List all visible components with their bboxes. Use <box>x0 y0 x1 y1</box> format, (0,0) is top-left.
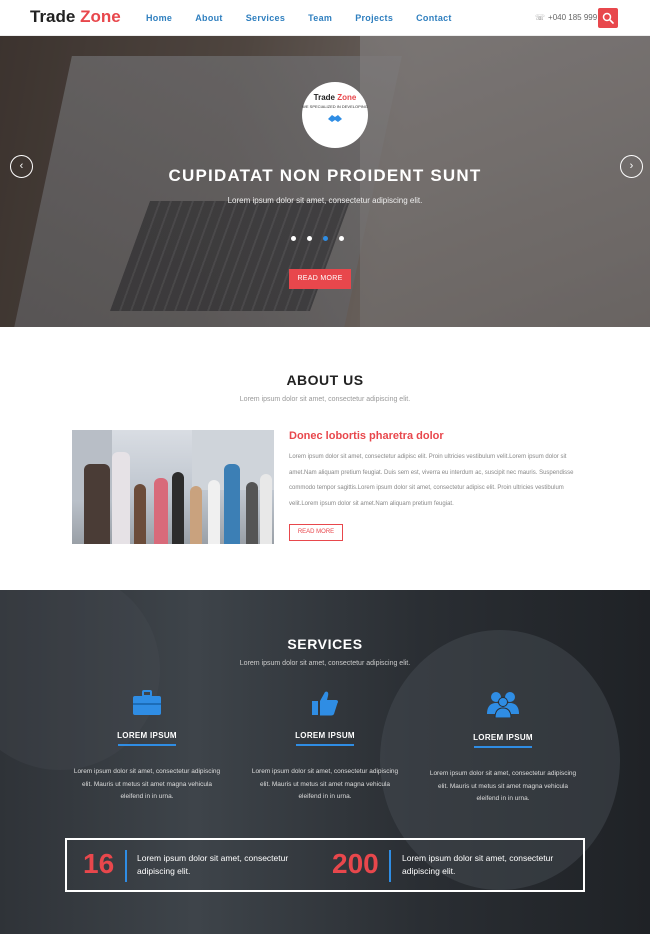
search-icon <box>602 12 614 24</box>
services-title: SERVICES <box>287 636 363 652</box>
users-icon <box>487 692 519 718</box>
slider-dot-3[interactable] <box>323 236 328 241</box>
thumbs-up-icon <box>312 691 338 716</box>
service-description: Lorem ipsum dolor sit amet, consectetur … <box>429 770 577 802</box>
search-button[interactable] <box>598 8 618 28</box>
chevron-left-icon: ‹ <box>19 160 24 172</box>
service-underline <box>296 744 354 746</box>
chevron-right-icon: › <box>629 160 634 172</box>
navbar: Trade Zone Home About Services Team Proj… <box>0 0 650 36</box>
hero-logo-title: Trade Zone <box>313 93 357 102</box>
phone-text: +040 185 999 <box>548 13 598 22</box>
about-heading: Donec lobortis pharetra dolor <box>289 430 444 442</box>
about-subtitle: Lorem ipsum dolor sit amet, consectetur … <box>239 396 411 403</box>
nav-team[interactable]: Team <box>308 13 332 23</box>
service-item-1: LOREM IPSUM Lorem ipsum dolor sit amet, … <box>72 690 222 804</box>
stat-number: 16 <box>83 848 115 879</box>
nav-services[interactable]: Services <box>246 13 285 23</box>
phone-number: ☏ +040 185 999 <box>535 13 597 22</box>
brand-logo[interactable]: Trade Zone <box>30 7 121 27</box>
services-section: SERVICES Lorem ipsum dolor sit amet, con… <box>0 590 650 934</box>
slider-dot-4[interactable] <box>339 236 344 241</box>
service-item-2: LOREM IPSUM Lorem ipsum dolor sit amet, … <box>250 690 400 804</box>
hero-read-more-button[interactable]: READ MORE <box>289 269 351 289</box>
service-description: Lorem ipsum dolor sit amet, consectetur … <box>73 768 221 800</box>
about-title: ABOUT US <box>286 372 364 388</box>
about-paragraph: Lorem ipsum dolor sit amet, consectetur … <box>289 454 574 507</box>
hero-logo-badge: Trade Zone WE SPECIALIZED IN DEVELOPING <box>302 82 368 148</box>
stats-box: 16 Lorem ipsum dolor sit amet, consectet… <box>65 838 585 892</box>
nav-contact[interactable]: Contact <box>416 13 452 23</box>
handshake-icon <box>328 115 342 122</box>
about-image <box>72 430 274 544</box>
service-underline <box>118 744 176 746</box>
about-read-more-button[interactable]: READ MORE <box>289 524 343 541</box>
nav-home[interactable]: Home <box>146 13 172 23</box>
hero-subtitle: Lorem ipsum dolor sit amet, consectetur … <box>227 196 423 205</box>
stat-number: 200 <box>332 848 379 879</box>
brand-accent: Zone <box>80 7 121 26</box>
service-description: Lorem ipsum dolor sit amet, consectetur … <box>251 768 399 800</box>
service-name: LOREM IPSUM <box>295 731 355 740</box>
stat-divider <box>389 850 391 882</box>
hero-logo-tagline: WE SPECIALIZED IN DEVELOPING <box>302 104 368 109</box>
service-item-3: LOREM IPSUM Lorem ipsum dolor sit amet, … <box>428 690 578 806</box>
stat-text: Lorem ipsum dolor sit amet, consectetur … <box>402 853 554 876</box>
nav-projects[interactable]: Projects <box>355 13 393 23</box>
stat-divider <box>125 850 127 882</box>
slider-dot-2[interactable] <box>307 236 312 241</box>
phone-icon: ☏ <box>535 13 546 22</box>
brand-main: Trade <box>30 7 76 26</box>
nav-about[interactable]: About <box>195 13 223 23</box>
service-name: LOREM IPSUM <box>473 733 533 742</box>
main-menu: Home About Services Team Projects Contac… <box>146 13 475 23</box>
slider-next-button[interactable]: › <box>620 155 643 178</box>
service-underline <box>474 746 532 748</box>
briefcase-icon <box>133 690 161 715</box>
slider-dot-1[interactable] <box>291 236 296 241</box>
stat-text: Lorem ipsum dolor sit amet, consectetur … <box>137 853 289 876</box>
slider-dots <box>291 236 344 241</box>
service-name: LOREM IPSUM <box>117 731 177 740</box>
hero-slider: Trade Zone WE SPECIALIZED IN DEVELOPING … <box>0 36 650 327</box>
hero-title: CUPIDATAT NON PROIDENT SUNT <box>168 166 482 185</box>
services-subtitle: Lorem ipsum dolor sit amet, consectetur … <box>239 660 411 667</box>
slider-prev-button[interactable]: ‹ <box>10 155 33 178</box>
